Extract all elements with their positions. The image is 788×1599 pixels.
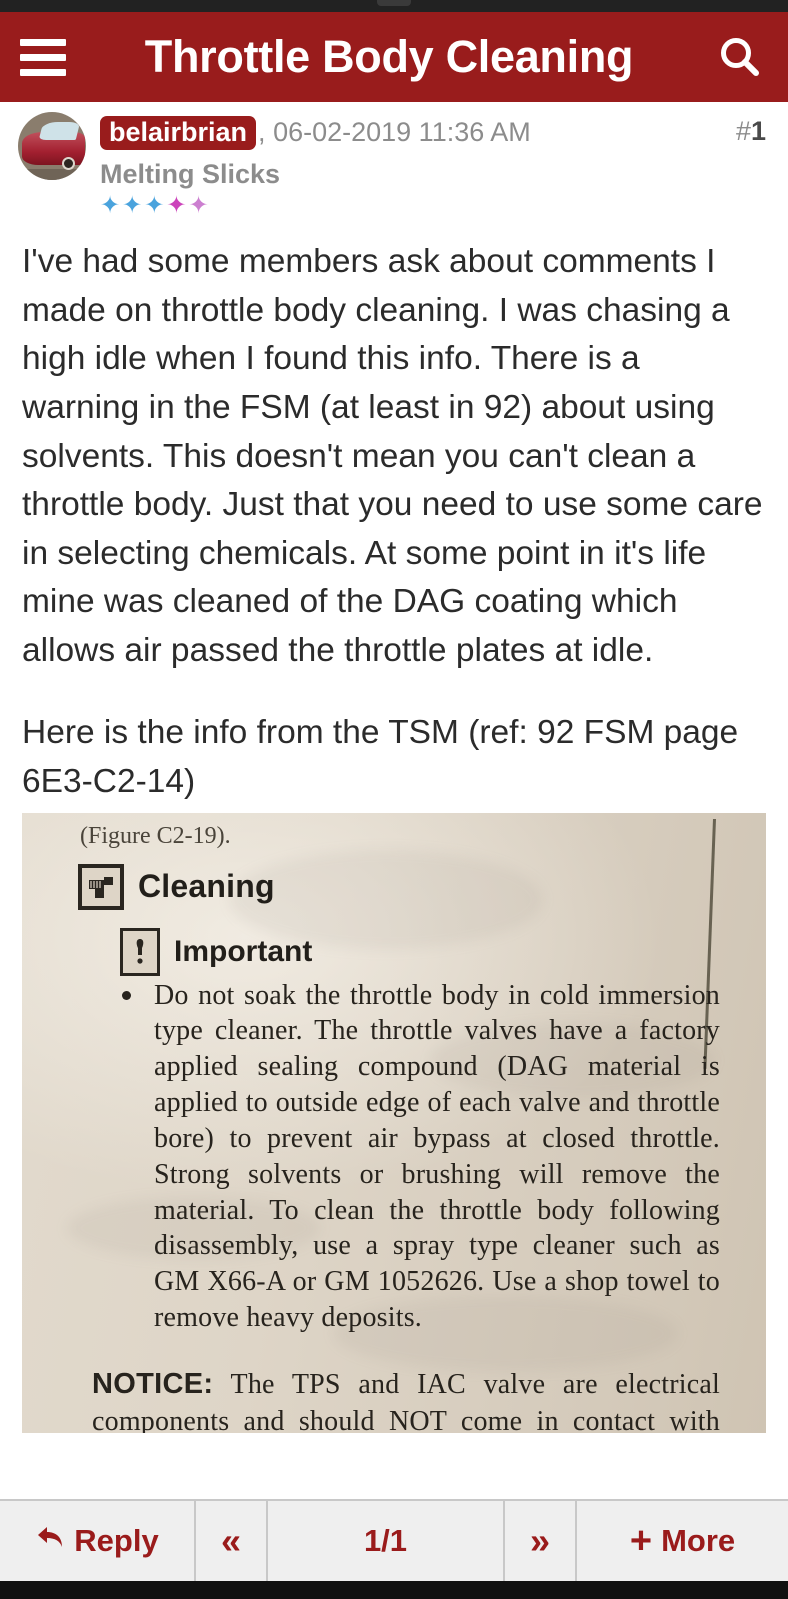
search-icon[interactable] xyxy=(712,30,766,84)
post-number: #1 xyxy=(735,116,766,146)
reply-button-label: Reply xyxy=(74,1523,159,1558)
post-paragraph-2: Here is the info from the TSM (ref: 92 F… xyxy=(22,714,739,800)
post-meta-column: belairbrian , 06-02-2019 11:36 AM Meltin… xyxy=(100,112,768,218)
plus-icon: + xyxy=(629,1519,653,1562)
spray-cleaner-icon xyxy=(78,863,124,910)
bullet-dot xyxy=(122,990,131,1000)
reply-arrow-icon xyxy=(35,1523,65,1559)
next-page-button[interactable]: » xyxy=(505,1501,577,1581)
avatar-car-windshield xyxy=(38,121,81,140)
scan-figure-reference: (Figure C2-19). xyxy=(80,822,231,849)
previous-page-button[interactable]: « xyxy=(196,1501,268,1581)
app-header: Throttle Body Cleaning xyxy=(0,12,788,102)
rating-star: ✦ xyxy=(100,192,122,220)
hamburger-bar xyxy=(20,38,66,46)
scan-content: (Figure C2-19). Cleaning Important Do no… xyxy=(22,813,766,1433)
post-paragraph-1: I've had some members ask about comments… xyxy=(22,243,763,669)
username-badge[interactable]: belairbrian xyxy=(100,116,257,151)
hamburger-bar xyxy=(20,68,66,76)
user-rating-stars: ✦ ✦ ✦ ✦ ✦ xyxy=(100,194,768,218)
system-navigation-bar xyxy=(0,1581,788,1599)
scan-important-label: Important xyxy=(174,934,313,968)
more-button[interactable]: + More xyxy=(577,1501,788,1581)
attached-manual-scan-image[interactable]: (Figure C2-19). Cleaning Important Do no… xyxy=(22,812,766,1433)
scan-notice-block: NOTICE: The TPS and IAC valve are electr… xyxy=(92,1366,720,1433)
app-root: Throttle Body Cleaning belairbrian , 06-… xyxy=(0,0,788,1599)
post-meta: belairbrian , 06-02-2019 11:36 AM Meltin… xyxy=(0,102,788,218)
page-title: Throttle Body Cleaning xyxy=(144,31,634,82)
status-bar xyxy=(0,0,788,12)
post-timestamp: , 06-02-2019 11:36 AM xyxy=(258,117,531,147)
scan-important-body-text: Do not soak the throttle body in cold im… xyxy=(154,979,720,1333)
scan-important-heading: Important xyxy=(120,927,720,976)
double-chevron-left-icon: « xyxy=(220,1520,242,1561)
rating-star: ✦ xyxy=(144,192,166,220)
post-body: I've had some members ask about comments… xyxy=(0,218,788,806)
bottom-toolbar: Reply « 1/1 » + More xyxy=(0,1499,788,1581)
exclamation-box-icon xyxy=(120,927,160,976)
scan-cleaning-heading: Cleaning xyxy=(78,863,720,910)
rating-star: ✦ xyxy=(122,192,144,220)
status-bar-notch xyxy=(377,0,411,6)
hamburger-icon[interactable] xyxy=(20,37,66,77)
rating-star: ✦ xyxy=(188,192,210,220)
post-container: belairbrian , 06-02-2019 11:36 AM Meltin… xyxy=(0,102,788,1499)
scan-cleaning-heading-text: Cleaning xyxy=(138,868,275,905)
post-byline: belairbrian , 06-02-2019 11:36 AM xyxy=(100,116,768,151)
avatar[interactable] xyxy=(18,112,86,180)
scan-important-block: Important Do not soak the throttle body … xyxy=(92,927,720,1433)
hamburger-bar xyxy=(20,53,66,61)
user-rank-title: Melting Slicks xyxy=(100,159,281,190)
rating-star: ✦ xyxy=(166,192,188,220)
scan-important-body: Do not soak the throttle body in cold im… xyxy=(120,978,720,1336)
avatar-background xyxy=(18,169,86,180)
reply-button[interactable]: Reply xyxy=(0,1501,196,1581)
double-chevron-right-icon: » xyxy=(529,1520,551,1561)
more-button-label: More xyxy=(661,1523,736,1558)
scan-notice-label: NOTICE: xyxy=(92,1367,214,1400)
page-indicator[interactable]: 1/1 xyxy=(268,1501,505,1581)
